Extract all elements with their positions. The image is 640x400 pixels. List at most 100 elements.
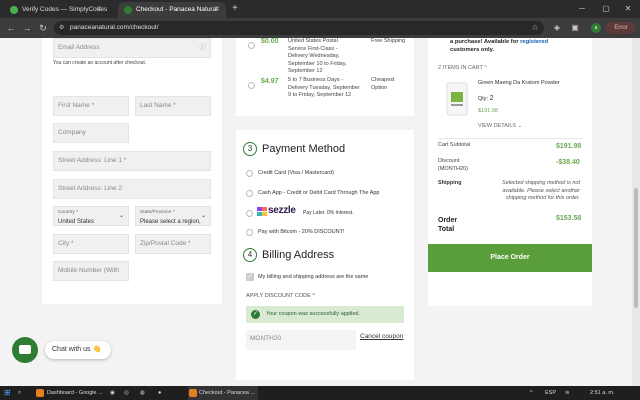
shipping-note: Selected shipping method is not availabl… — [502, 180, 580, 201]
discount-value: -$38.40 — [556, 159, 580, 166]
chevron-up-icon: ^ — [482, 65, 487, 71]
app-icon[interactable]: ● — [158, 386, 168, 400]
apply-discount-toggle[interactable]: APPLY DISCOUNT CODE ^ — [246, 293, 315, 299]
account-note: You can create an account after checkout… — [53, 60, 147, 66]
chevron-down-icon: ⌄ — [118, 213, 124, 219]
product-thumbnail — [446, 82, 468, 116]
items-in-cart-toggle[interactable]: 2 ITEMS IN CART ^ — [438, 65, 487, 73]
browser-tab-bar: Verify Codes — SimplyCodes ✕ Checkout - … — [0, 0, 640, 18]
close-window-icon[interactable]: ✕ — [618, 0, 638, 18]
same-address-label: My billing and shipping address are the … — [258, 274, 369, 280]
company-field[interactable]: Company — [53, 123, 129, 143]
url-text: panaceanatural.com/checkout/ — [70, 24, 159, 31]
payment-radio-card[interactable] — [246, 170, 253, 177]
purchase-note: a purchase! Available for registered cus… — [450, 39, 549, 53]
maximize-icon[interactable]: ▢ — [596, 0, 616, 18]
order-total-label: Order Total — [438, 217, 458, 233]
shipping-desc: United States Postal Service First-Class… — [288, 38, 347, 74]
zip-field[interactable]: Zip/Postal Code * — [135, 234, 211, 254]
shipping-desc: 5 to 7 Business Days - Delivery Tuesday,… — [288, 77, 360, 98]
same-address-checkbox[interactable]: ✓ — [246, 273, 254, 281]
shipping-label: Shipping — [438, 180, 462, 186]
page-scrollbar[interactable] — [632, 38, 640, 386]
app-icon[interactable]: ◍ — [140, 386, 150, 400]
sezzle-brand: sezzle — [268, 205, 296, 216]
chat-bubble-icon — [19, 345, 31, 354]
tab-title: Verify Codes — SimplyCodes — [22, 6, 108, 13]
payment-option-bitcoin[interactable]: Pay with Bitcoin - 20% DISCOUNT! — [258, 229, 345, 235]
view-details-toggle[interactable]: VIEW DETAILS ⌄ — [478, 123, 522, 131]
sezzle-note: Pay Later. 0% Interest. — [303, 210, 354, 216]
error-button[interactable]: Error — [606, 22, 636, 34]
street-line2-field[interactable]: Street Address: Line 2 — [53, 179, 211, 199]
close-tab-icon[interactable]: ✕ — [96, 2, 102, 18]
shipping-radio-free[interactable] — [248, 42, 255, 49]
chrome-icon — [36, 389, 44, 397]
shipping-radio-standard[interactable] — [248, 82, 255, 89]
taskbar-item-dashboard[interactable]: Dashboard - Google ... — [36, 386, 104, 400]
address-bar-row: ← → ↻ ⚙ panaceanatural.com/checkout/ ☆ ◈… — [0, 18, 640, 38]
language-indicator[interactable]: ESP — [545, 386, 556, 400]
wifi-icon[interactable]: ≋ — [565, 386, 570, 400]
chevron-up-icon: ^ — [312, 293, 315, 299]
discount-code-field[interactable]: MONTH20 — [246, 330, 356, 350]
minimize-icon[interactable]: ─ — [572, 0, 592, 18]
tab-simplycodes[interactable]: Verify Codes — SimplyCodes ✕ — [4, 2, 108, 18]
back-icon[interactable]: ← — [4, 20, 18, 36]
taskbar-item-checkout[interactable]: Checkout - Panacea ... — [188, 386, 258, 400]
page-content: Email Address ⓘ You can create an accoun… — [0, 38, 632, 386]
chat-with-us-button[interactable]: Chat with us 👋 — [45, 341, 111, 359]
puzzle-icon[interactable]: ▣ — [568, 20, 582, 36]
coupon-success-message: ✓ Your coupon was successfully applied. — [246, 306, 404, 323]
simplycodes-favicon-icon — [10, 6, 18, 14]
street-line1-field[interactable]: Street Address: Line 1 * — [53, 151, 211, 171]
reload-icon[interactable]: ↻ — [36, 20, 50, 36]
chevron-down-icon: ⌄ — [200, 213, 206, 219]
mobile-field[interactable]: Mobile Number (With — [53, 261, 129, 281]
sezzle-logo-icon — [257, 207, 267, 216]
cancel-coupon-link[interactable]: Cancel coupon — [360, 333, 403, 340]
new-tab-icon[interactable]: + — [232, 2, 238, 16]
shipping-label: Cheapest Option — [371, 77, 395, 91]
close-tab-icon[interactable]: ✕ — [214, 2, 220, 18]
step-number: 3 — [243, 142, 257, 156]
windows-start-icon[interactable]: ⊞ — [4, 386, 14, 400]
item-qty: Qty: 2 — [478, 95, 494, 102]
payment-option-card[interactable]: Credit Card (Visa / Mastercard) — [258, 170, 334, 176]
payment-option-cashapp[interactable]: Cash App - Credit or Debit Card Through … — [258, 190, 379, 196]
forward-icon[interactable]: → — [20, 20, 34, 36]
url-field[interactable]: ⚙ panaceanatural.com/checkout/ — [54, 21, 544, 35]
cart-subtotal-label: Cart Subtotal — [438, 142, 471, 148]
item-name: Green Maeng Da Kratom Powder — [478, 80, 560, 86]
city-field[interactable]: City * — [53, 234, 129, 254]
search-icon[interactable]: ⌕ — [18, 386, 28, 400]
panacea-favicon-icon — [124, 6, 132, 14]
payment-radio-bitcoin[interactable] — [246, 229, 253, 236]
clock[interactable]: 2:51 a. m. — [590, 386, 614, 400]
country-select[interactable]: Country * United States ⌄ — [53, 206, 129, 226]
email-field[interactable]: Email Address ⓘ — [53, 38, 211, 58]
info-icon: ⓘ — [199, 44, 207, 51]
extension-icon[interactable]: ◈ — [550, 20, 564, 36]
tray-chevron-icon[interactable]: ^ — [530, 386, 540, 400]
profile-avatar[interactable]: a — [591, 23, 601, 33]
bookmark-star-icon[interactable]: ☆ — [528, 20, 542, 36]
place-order-button[interactable]: Place Order — [428, 244, 592, 272]
chat-launcher-button[interactable] — [12, 337, 38, 363]
payment-radio-cashapp[interactable] — [246, 190, 253, 197]
tab-checkout[interactable]: Checkout - Panacea Natural ✕ — [118, 2, 226, 18]
app-icon[interactable]: ◎ — [124, 386, 134, 400]
cart-subtotal-value: $191.98 — [556, 143, 582, 150]
app-icon[interactable]: ◉ — [110, 386, 120, 400]
divider — [438, 138, 582, 139]
tab-title: Checkout - Panacea Natural — [136, 6, 218, 13]
billing-address-heading: Billing Address — [262, 249, 335, 261]
first-name-field[interactable]: First Name * — [53, 96, 129, 116]
payment-radio-sezzle[interactable] — [246, 210, 253, 217]
payment-card: 3 Payment Method Credit Card (Visa / Mas… — [236, 130, 414, 380]
shipping-label: Free Shipping — [371, 38, 406, 44]
registered-link[interactable]: registered — [520, 39, 548, 45]
state-select[interactable]: State/Province * Please select a region,… — [135, 206, 211, 226]
site-info-icon[interactable]: ⚙ — [59, 21, 64, 35]
last-name-field[interactable]: Last Name * — [135, 96, 211, 116]
